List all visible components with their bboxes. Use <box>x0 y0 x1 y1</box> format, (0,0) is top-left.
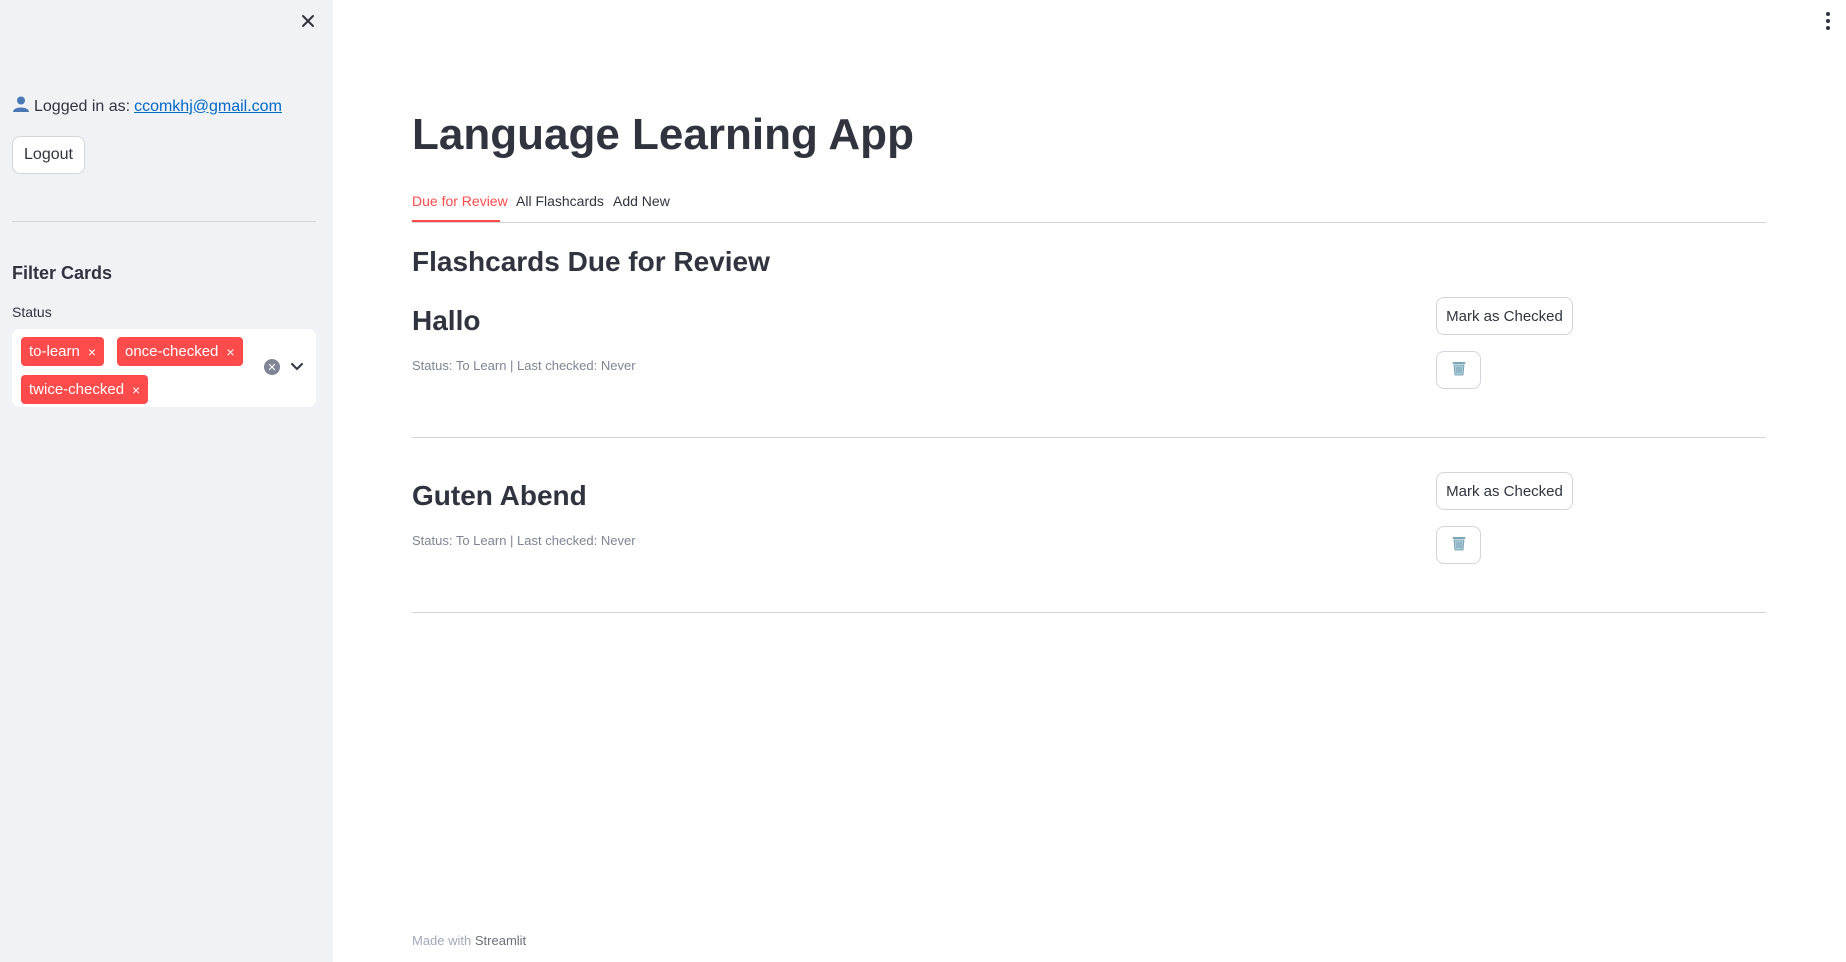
filter-title: Filter Cards <box>12 263 113 283</box>
tab-all-flashcards[interactable]: All Flashcards <box>516 193 604 209</box>
card-word: Hallo <box>412 305 481 336</box>
footer-prefix: Made with <box>412 933 472 948</box>
tag-label: once-checked <box>125 343 219 360</box>
tag-remove-icon[interactable]: × <box>226 344 234 360</box>
menu-icon[interactable] <box>1820 10 1836 32</box>
trash-icon <box>1450 359 1468 382</box>
status-filter-label: Status <box>12 304 52 320</box>
tag-twice-checked: twice-checked × <box>21 375 149 404</box>
section-title: Flashcards Due for Review <box>412 246 770 277</box>
sidebar-divider <box>12 221 316 222</box>
tag-remove-icon[interactable]: × <box>132 382 140 398</box>
clear-icon[interactable]: ✕ <box>264 359 280 375</box>
logout-button[interactable]: Logout <box>12 136 85 174</box>
tab-bar: Due for Review All Flashcards Add New <box>412 190 1766 223</box>
tab-add-new[interactable]: Add New <box>613 193 670 209</box>
footer-brand-link[interactable]: Streamlit <box>475 933 526 948</box>
card-word: Guten Abend <box>412 480 587 511</box>
user-icon <box>12 95 30 118</box>
sidebar: Logged in as: ccomkhj@gmail.com Logout F… <box>0 0 333 962</box>
card-divider <box>412 437 1766 438</box>
login-prefix: Logged in as: <box>34 97 131 115</box>
card-status: Status: To Learn | Last checked: Never <box>412 533 636 548</box>
user-email-link[interactable]: ccomkhj@gmail.com <box>134 98 282 116</box>
status-multiselect[interactable]: to-learn × once-checked × twice-checked … <box>12 329 316 407</box>
page-title: Language Learning App <box>412 110 914 159</box>
active-tab-indicator <box>412 220 500 222</box>
close-sidebar-icon[interactable] <box>297 10 319 32</box>
card-divider <box>412 612 1766 613</box>
tag-label: to-learn <box>29 343 80 360</box>
delete-button[interactable] <box>1436 351 1481 389</box>
tag-remove-icon[interactable]: × <box>88 344 96 360</box>
footer: Made with Streamlit <box>412 933 526 948</box>
delete-button[interactable] <box>1436 526 1481 564</box>
login-status: Logged in as: ccomkhj@gmail.com <box>12 95 282 118</box>
trash-icon <box>1450 534 1468 557</box>
card-status: Status: To Learn | Last checked: Never <box>412 358 636 373</box>
tag-to-learn: to-learn × <box>21 337 105 366</box>
mark-as-checked-button[interactable]: Mark as Checked <box>1436 297 1573 335</box>
tag-once-checked: once-checked × <box>117 337 243 366</box>
mark-as-checked-button[interactable]: Mark as Checked <box>1436 472 1573 510</box>
chevron-down-icon[interactable] <box>288 358 306 376</box>
tab-due-for-review[interactable]: Due for Review <box>412 193 508 209</box>
tag-label: twice-checked <box>29 381 125 398</box>
